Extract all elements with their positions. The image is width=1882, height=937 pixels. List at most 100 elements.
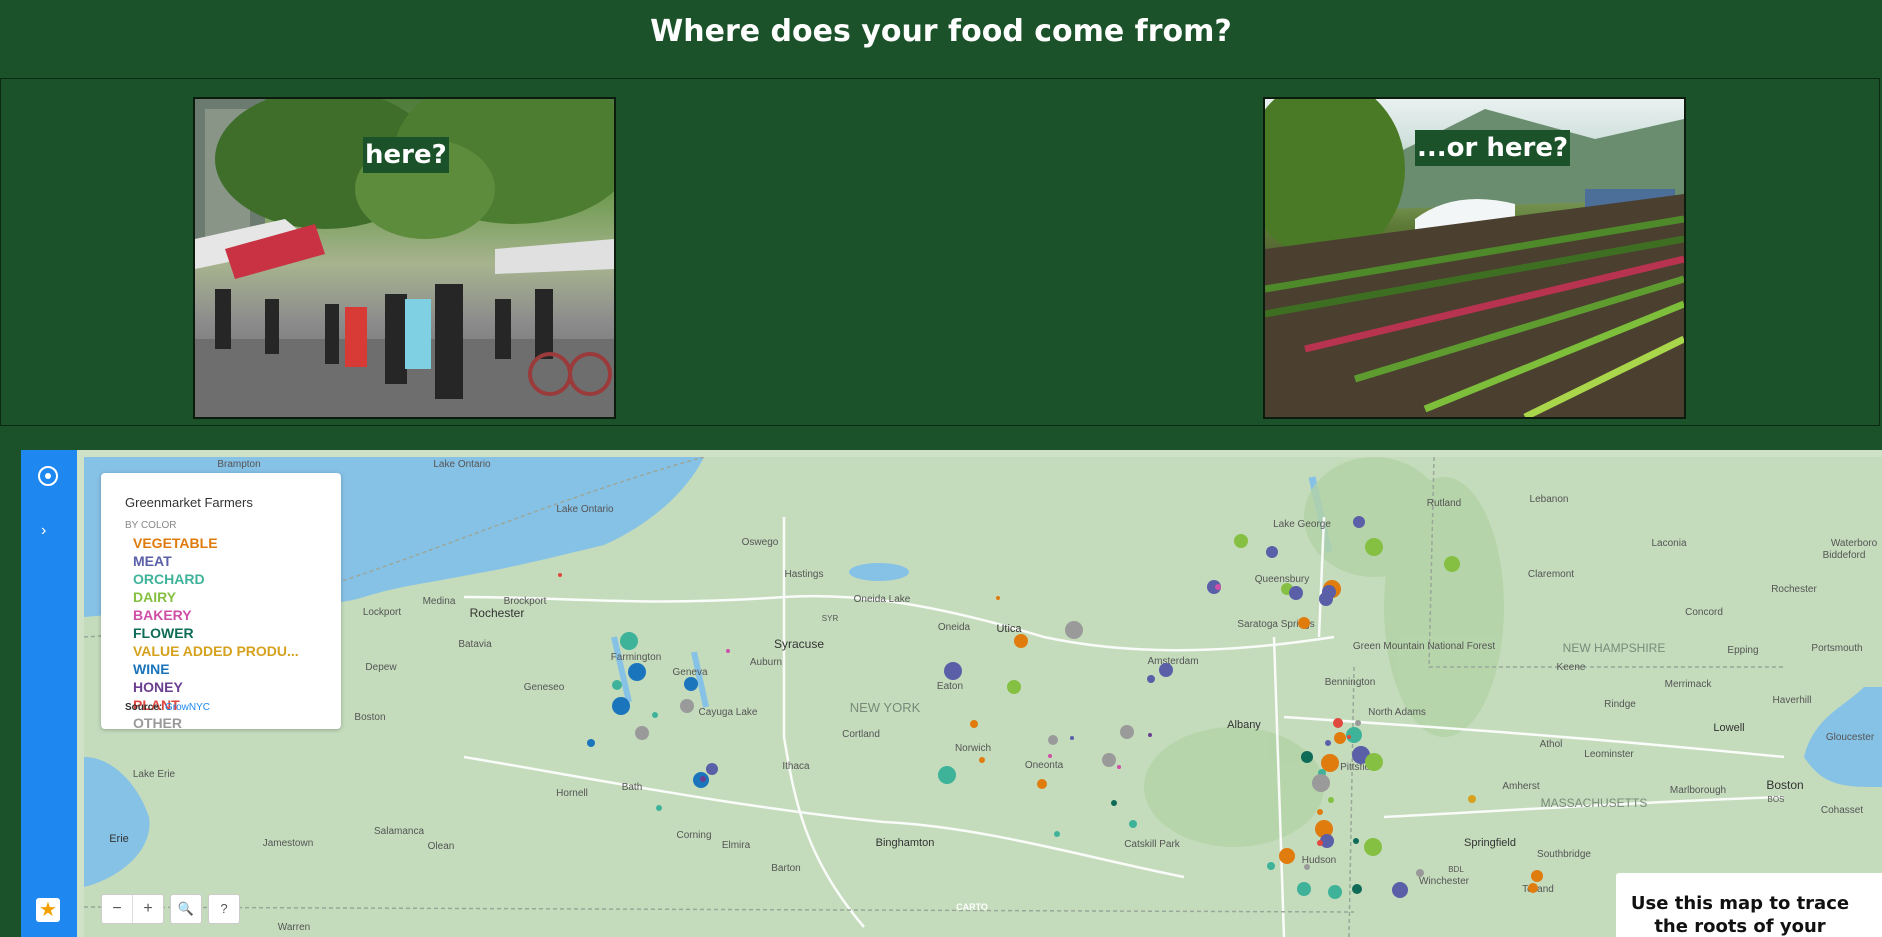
farm-marker[interactable] — [1328, 797, 1334, 803]
farm-marker[interactable] — [1147, 675, 1155, 683]
farm-marker[interactable] — [1352, 884, 1362, 894]
farm-marker[interactable] — [996, 596, 1000, 600]
farm-marker[interactable] — [726, 649, 730, 653]
farm-marker[interactable] — [1007, 680, 1021, 694]
farm-marker[interactable] — [1148, 733, 1152, 737]
farm-marker[interactable] — [1267, 862, 1275, 870]
farm-marker[interactable] — [706, 763, 718, 775]
help-button[interactable]: ? — [208, 894, 240, 924]
farm-marker[interactable] — [1531, 870, 1543, 882]
farm-marker[interactable] — [558, 573, 562, 577]
grownyc-link[interactable]: GrowNYC — [165, 702, 210, 713]
legend-item-vegetable: VEGETABLE — [133, 535, 218, 551]
farm-marker[interactable] — [1266, 546, 1278, 558]
farm-marker[interactable] — [1037, 779, 1047, 789]
star-icon[interactable]: ★ — [36, 898, 60, 922]
farm-marker[interactable] — [1065, 621, 1083, 639]
farm-marker[interactable] — [1317, 809, 1323, 815]
farm-marker[interactable] — [1334, 732, 1346, 744]
farm-marker[interactable] — [1048, 754, 1052, 758]
farm-marker[interactable] — [944, 662, 962, 680]
label-brockport: Brockport — [504, 596, 547, 607]
farm-marker[interactable] — [1014, 634, 1028, 648]
farm-marker[interactable] — [1444, 556, 1460, 572]
farm-marker[interactable] — [620, 632, 638, 650]
label-lebanon: Lebanon — [1530, 494, 1569, 505]
farm-marker[interactable] — [1120, 725, 1134, 739]
farm-marker[interactable] — [612, 680, 622, 690]
farm-marker[interactable] — [938, 766, 956, 784]
farm-marker[interactable] — [1312, 774, 1330, 792]
farm-marker[interactable] — [1129, 820, 1137, 828]
farm-marker[interactable] — [1117, 765, 1121, 769]
farm-marker[interactable] — [979, 757, 985, 763]
search-icon[interactable]: 🔍 — [170, 894, 202, 924]
chevron-right-icon[interactable]: › — [41, 522, 46, 540]
map-widget: › ★ Lake Ontario Lake Ontario Oswego Has… — [21, 450, 1882, 937]
farm-marker[interactable] — [1353, 516, 1365, 528]
farm-marker[interactable] — [1159, 663, 1173, 677]
farm-marker[interactable] — [1317, 840, 1323, 846]
farm-marker[interactable] — [1111, 800, 1117, 806]
farm-marker[interactable] — [628, 663, 646, 681]
basemap[interactable]: Lake Ontario Lake Ontario Oswego Hasting… — [84, 457, 1882, 937]
layers-toggle-icon[interactable] — [38, 466, 58, 486]
farm-marker[interactable] — [684, 677, 698, 691]
label-cortland: Cortland — [842, 729, 880, 740]
zoom-out-button[interactable]: − — [102, 895, 132, 923]
farm-marker[interactable] — [1234, 534, 1248, 548]
label-lowell: Lowell — [1713, 722, 1744, 734]
farm-marker[interactable] — [1048, 735, 1058, 745]
farm-marker[interactable] — [1346, 727, 1362, 743]
farm-marker[interactable] — [1347, 735, 1351, 739]
farm-marker[interactable] — [970, 720, 978, 728]
farm-marker[interactable] — [612, 697, 630, 715]
farm-marker[interactable] — [1392, 882, 1408, 898]
label-rochester: Rochester — [470, 606, 525, 620]
label-erie: Erie — [109, 833, 129, 845]
farm-marker[interactable] — [1365, 538, 1383, 556]
label-boston-ny: Boston — [354, 712, 385, 723]
farm-marker[interactable] — [1297, 882, 1311, 896]
farm-marker[interactable] — [1319, 592, 1333, 606]
farm-marker[interactable] — [1102, 753, 1116, 767]
farm-marker[interactable] — [1365, 753, 1383, 771]
label-biddeford: Biddeford — [1823, 550, 1866, 561]
farm-marker[interactable] — [1364, 838, 1382, 856]
farm-marker[interactable] — [1328, 885, 1342, 899]
zoom-in-button[interactable]: + — [132, 895, 163, 923]
farm-marker[interactable] — [700, 776, 706, 782]
farm-marker[interactable] — [1353, 838, 1359, 844]
label-rochester-nh: Rochester — [1771, 584, 1817, 595]
farm-marker[interactable] — [1301, 751, 1313, 763]
label-elmira: Elmira — [722, 840, 751, 851]
farm-marker[interactable] — [1333, 718, 1343, 728]
farm-marker[interactable] — [1289, 586, 1303, 600]
farm-marker[interactable] — [1054, 831, 1060, 837]
farm-marker[interactable] — [1528, 883, 1538, 893]
farm-marker[interactable] — [656, 805, 662, 811]
farm-marker[interactable] — [587, 739, 595, 747]
farm-marker[interactable] — [1070, 736, 1074, 740]
farm-marker[interactable] — [680, 699, 694, 713]
farm-marker[interactable] — [1279, 848, 1295, 864]
farm-marker[interactable] — [1321, 754, 1339, 772]
farm-marker[interactable] — [1416, 869, 1424, 877]
farm-marker[interactable] — [1298, 617, 1310, 629]
farm-marker[interactable] — [1215, 584, 1221, 590]
label-leominster: Leominster — [1584, 749, 1634, 760]
farm-marker[interactable] — [1304, 864, 1310, 870]
label-corning: Corning — [676, 830, 711, 841]
label-catskill: Catskill Park — [1124, 839, 1181, 850]
farm-marker[interactable] — [1468, 795, 1476, 803]
label-utica: Utica — [996, 623, 1022, 635]
label-boston: Boston — [1766, 778, 1803, 792]
zoom-control: − + — [101, 894, 164, 924]
label-southbridge: Southbridge — [1537, 849, 1591, 860]
legend-item-other: OTHER — [133, 715, 182, 731]
map-legend: Greenmarket Farmers BY COLOR VEGETABLE M… — [101, 473, 341, 731]
farm-marker[interactable] — [635, 726, 649, 740]
farm-marker[interactable] — [1355, 720, 1361, 726]
farm-marker[interactable] — [652, 712, 658, 718]
farm-marker[interactable] — [1325, 740, 1331, 746]
